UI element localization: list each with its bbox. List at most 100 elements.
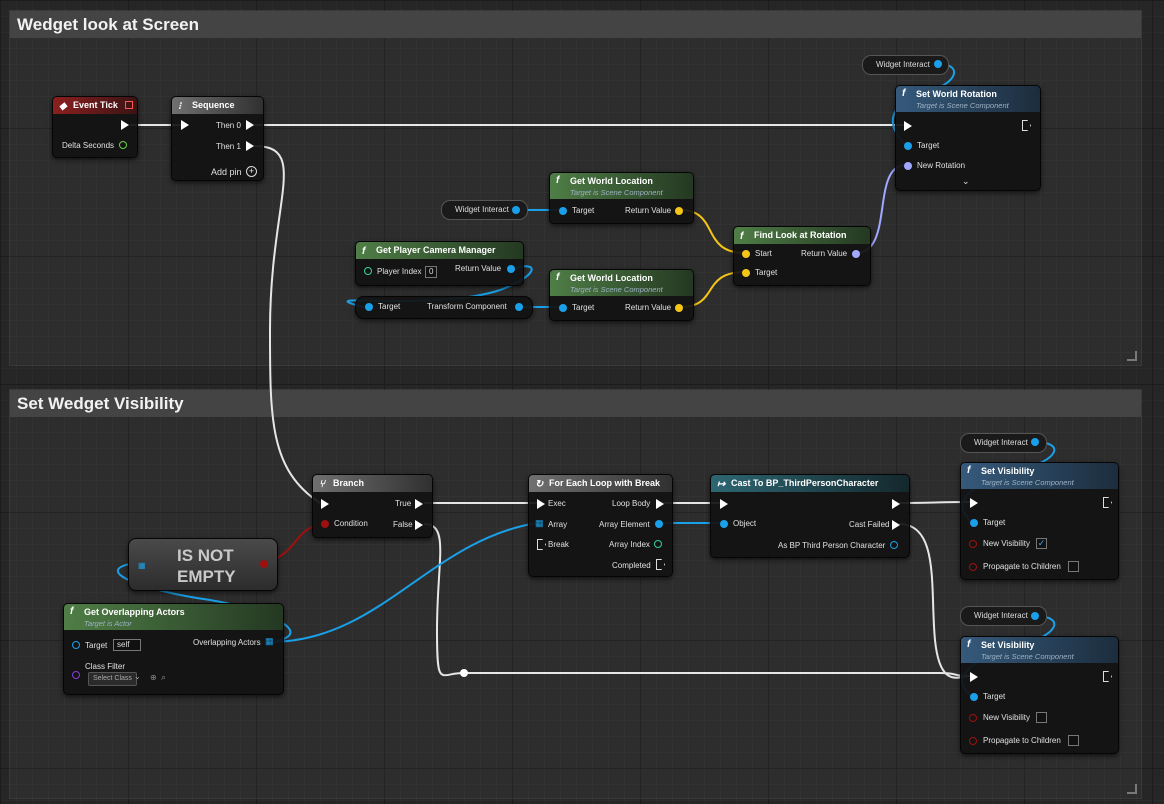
array-index-label: Array Index: [609, 540, 650, 549]
exec-out-pin[interactable]: [121, 120, 129, 130]
transform-component-pin[interactable]: [515, 303, 523, 311]
exec-out-pin[interactable]: [1103, 671, 1112, 682]
return-value-pin[interactable]: [852, 250, 860, 258]
event-diamond-icon: ◆: [59, 101, 67, 112]
cast-failed-pin[interactable]: [892, 520, 900, 530]
loop-body-pin[interactable]: [656, 499, 664, 509]
find-look-at-rotation-node[interactable]: f Find Look at Rotation Start Target Retu…: [733, 226, 871, 286]
cast-to-bp-third-person-node[interactable]: ↦ Cast To BP_ThirdPersonCharacter Object …: [710, 474, 910, 558]
function-icon: f: [556, 272, 560, 283]
target-pin[interactable]: [365, 303, 373, 311]
array-in-pin[interactable]: ▦: [535, 518, 544, 529]
set-visibility-node-1[interactable]: f Set Visibility Target is Scene Component…: [960, 462, 1119, 580]
sequence-icon: ⁝: [178, 101, 182, 112]
expand-chevron-icon[interactable]: ⌄: [962, 176, 970, 186]
comment-title[interactable]: Set Wedget Visibility: [10, 390, 1141, 417]
class-filter-pin[interactable]: [72, 671, 80, 679]
condition-pin[interactable]: [321, 520, 329, 528]
node-subtitle: Target is Scene Component: [570, 188, 663, 197]
target-label: Target: [572, 206, 595, 215]
new-rotation-pin[interactable]: [904, 162, 912, 170]
for-each-loop-node[interactable]: ↻ For Each Loop with Break Exec ▦ Array B…: [528, 474, 673, 577]
target-pin[interactable]: [559, 304, 567, 312]
exec-in-pin[interactable]: [970, 672, 978, 682]
array-index-pin[interactable]: [654, 540, 662, 548]
target-label: Target: [378, 302, 401, 311]
comment-title[interactable]: Wedget look at Screen: [10, 11, 1141, 38]
target-label: Target: [983, 692, 1006, 701]
object-pin[interactable]: [720, 520, 728, 528]
add-pin-button[interactable]: Add pin: [211, 167, 242, 177]
exec-in-pin[interactable]: [970, 498, 978, 508]
array-in-pin[interactable]: ▦: [138, 561, 146, 570]
propagate-pin[interactable]: [969, 737, 977, 745]
set-visibility-node-2[interactable]: f Set Visibility Target is Scene Component…: [960, 636, 1119, 754]
exec-out-pin[interactable]: [892, 499, 900, 509]
array-element-pin[interactable]: [655, 520, 663, 528]
delta-seconds-pin[interactable]: [119, 141, 127, 149]
branch-node[interactable]: ⑂ Branch Condition True False: [312, 474, 433, 538]
new-visibility-checkbox[interactable]: ✓: [1036, 538, 1047, 549]
widget-interact-pin[interactable]: [1031, 438, 1039, 446]
true-pin[interactable]: [415, 499, 423, 509]
target-pin[interactable]: [904, 142, 912, 150]
start-pin[interactable]: [742, 250, 750, 258]
node-subtitle: Target is Actor: [84, 619, 132, 628]
propagate-pin[interactable]: [969, 563, 977, 571]
exec-out-pin[interactable]: [1022, 120, 1031, 131]
widget-interact-pin[interactable]: [512, 206, 520, 214]
then0-pin[interactable]: [246, 120, 254, 130]
resize-handle-icon[interactable]: [1127, 784, 1137, 794]
widget-interact-pin[interactable]: [934, 60, 942, 68]
target-pin[interactable]: [559, 207, 567, 215]
node-title: Find Look at Rotation: [754, 230, 847, 240]
return-value-pin[interactable]: [675, 207, 683, 215]
widget-interact-pin[interactable]: [1031, 612, 1039, 620]
transform-component-node[interactable]: Target Transform Component: [355, 296, 533, 319]
propagate-label: Propagate to Children: [983, 736, 1061, 745]
add-pin-plus-icon[interactable]: +: [246, 166, 257, 177]
new-visibility-checkbox[interactable]: [1036, 712, 1047, 723]
return-value-pin[interactable]: [507, 265, 515, 273]
target-pin[interactable]: [742, 269, 750, 277]
target-pin[interactable]: [970, 519, 978, 527]
bool-out-pin[interactable]: [260, 560, 268, 568]
use-selected-icon[interactable]: ⊕: [150, 673, 157, 682]
exec-in-pin[interactable]: [904, 121, 912, 131]
target-self-input[interactable]: self: [113, 639, 141, 651]
target-pin[interactable]: [970, 693, 978, 701]
sequence-node[interactable]: ⁝ Sequence Then 0 Then 1 Add pin +: [171, 96, 264, 181]
exec-in-pin[interactable]: [321, 499, 329, 509]
target-pin[interactable]: [72, 641, 80, 649]
exec-in-pin[interactable]: [537, 499, 545, 509]
get-overlapping-actors-node[interactable]: f Get Overlapping Actors Target is Actor T…: [63, 603, 284, 695]
select-class-dropdown[interactable]: Select Class: [88, 672, 137, 686]
overlapping-actors-array-pin[interactable]: ▦: [265, 636, 274, 647]
propagate-checkbox[interactable]: [1068, 561, 1079, 572]
exec-in-pin[interactable]: [181, 120, 189, 130]
event-tick-node[interactable]: ◆ Event Tick Delta Seconds: [52, 96, 138, 158]
completed-pin[interactable]: [656, 559, 665, 570]
then1-pin[interactable]: [246, 141, 254, 151]
break-pin[interactable]: [537, 539, 546, 550]
propagate-checkbox[interactable]: [1068, 735, 1079, 746]
delta-seconds-label: Delta Seconds: [62, 141, 115, 150]
delegate-square-icon[interactable]: [125, 101, 133, 109]
set-world-rotation-node[interactable]: f Set World Rotation Target is Scene Compo…: [895, 85, 1041, 191]
player-index-pin[interactable]: [364, 267, 372, 275]
exec-out-pin[interactable]: [1103, 497, 1112, 508]
new-visibility-pin[interactable]: [969, 714, 977, 722]
exec-in-pin[interactable]: [720, 499, 728, 509]
get-world-location-node-2[interactable]: f Get World Location Target is Scene Compo…: [549, 269, 694, 321]
get-player-camera-manager-node[interactable]: f Get Player Camera Manager Player Index …: [355, 241, 524, 286]
resize-handle-icon[interactable]: [1127, 351, 1137, 361]
false-pin[interactable]: [415, 520, 423, 530]
condition-label: Condition: [334, 519, 368, 528]
is-not-empty-node[interactable]: ▦ IS NOT EMPTY: [128, 538, 278, 591]
get-world-location-node-1[interactable]: f Get World Location Target is Scene Compo…: [549, 172, 694, 224]
player-index-input[interactable]: 0: [425, 266, 438, 278]
new-visibility-pin[interactable]: [969, 540, 977, 548]
as-bp-pin[interactable]: [890, 541, 898, 549]
return-value-pin[interactable]: [675, 304, 683, 312]
browse-search-icon[interactable]: ⌕: [161, 672, 166, 683]
